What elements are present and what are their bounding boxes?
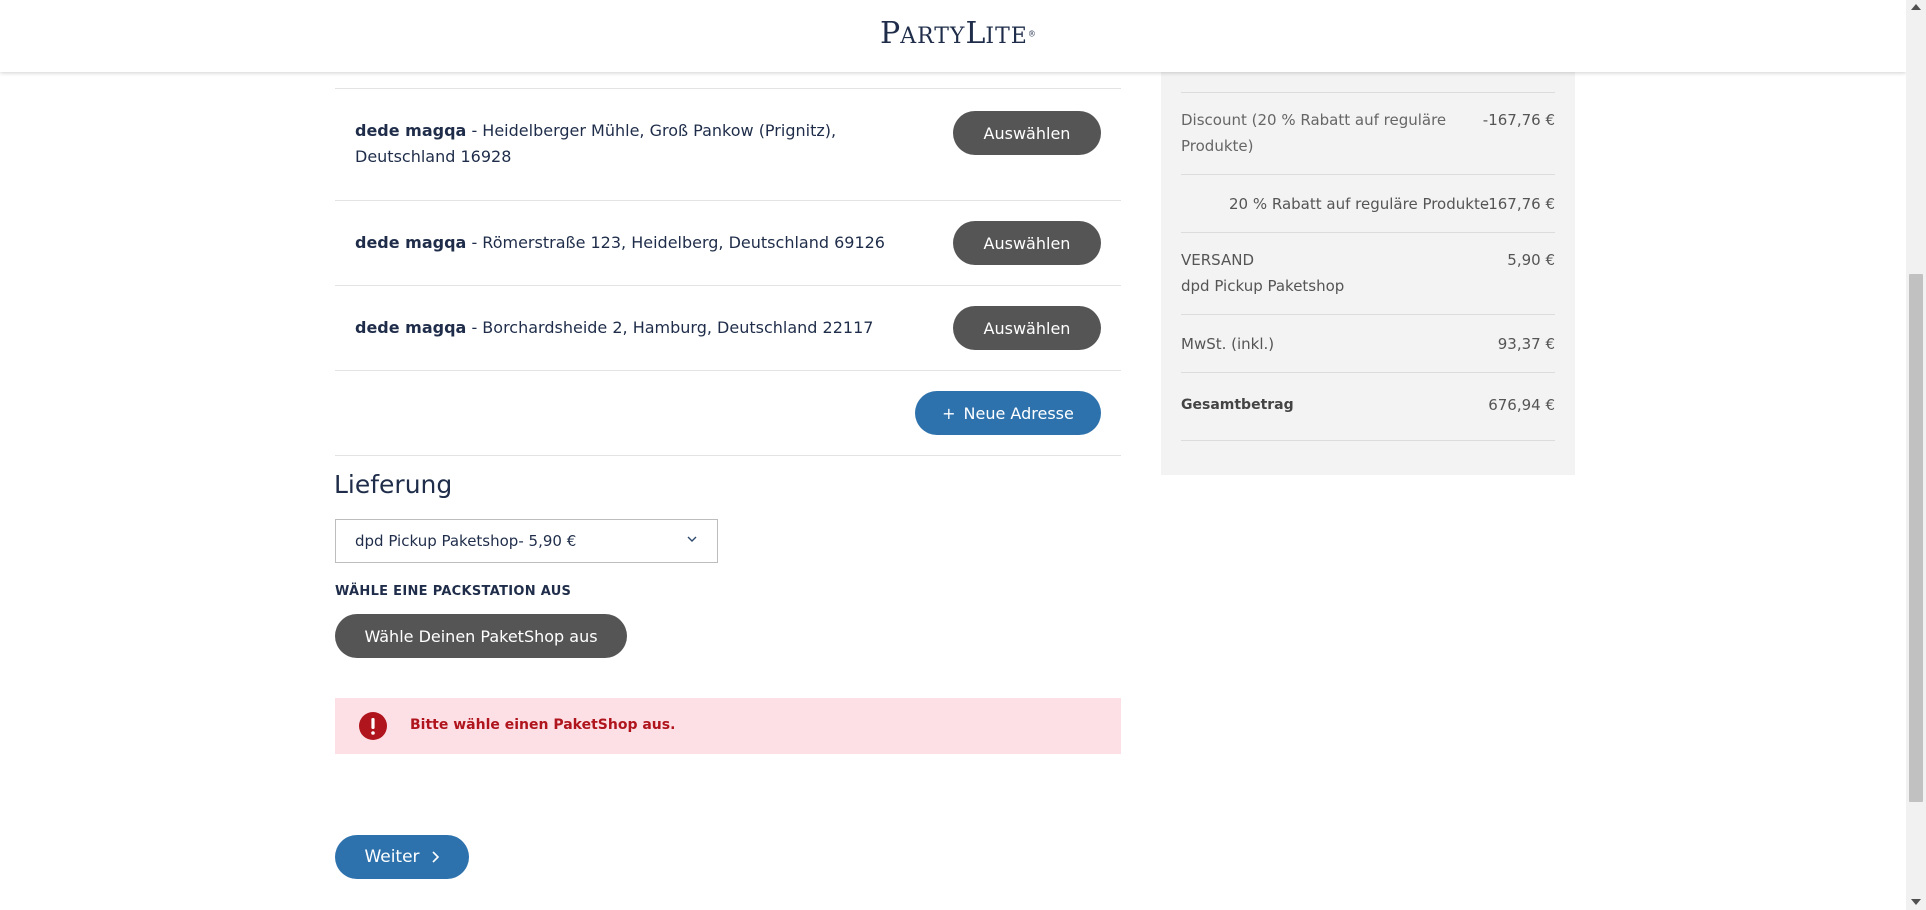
vertical-scrollbar[interactable] <box>1906 0 1926 910</box>
choose-paketshop-button[interactable]: Wähle Deinen PaketShop aus <box>335 614 627 658</box>
scrollbar-thumb[interactable] <box>1909 274 1923 802</box>
delivery-method-select[interactable]: dpd Pickup Paketshop - 5,90 € <box>335 519 718 563</box>
address-name: dede magqa <box>355 121 467 140</box>
address-name: dede magqa <box>355 233 467 252</box>
summary-discount-row: Discount (20 % Rabatt auf reguläre Produ… <box>1181 93 1555 175</box>
continue-button[interactable]: Weiter <box>335 835 469 879</box>
address-name: dede magqa <box>355 318 467 337</box>
error-alert: Bitte wähle einen PaketShop aus. <box>335 698 1121 754</box>
packstation-label: WÄHLE EINE PACKSTATION AUS <box>335 584 572 599</box>
shipping-label: VERSAND <box>1181 251 1254 269</box>
discount-value: -167,76 € <box>1482 111 1555 129</box>
address-detail: - Borchardsheide 2, Hamburg, Deutschland… <box>466 318 874 337</box>
address-row: dede magqa - Borchardsheide 2, Hamburg, … <box>335 286 1121 371</box>
shipping-value: 5,90 € <box>1507 251 1555 269</box>
discount-detail-value: -167,76 € <box>1482 195 1555 213</box>
total-label: Gesamtbetrag <box>1181 397 1294 413</box>
tax-label: MwSt. (inkl.) <box>1181 335 1275 353</box>
continue-label: Weiter <box>364 847 420 867</box>
address-list: dede magqa - Heidelberger Mühle, Groß Pa… <box>335 88 1121 456</box>
address-detail: - Römerstraße 123, Heidelberg, Deutschla… <box>466 233 885 252</box>
delivery-option-price: - 5,90 € <box>518 532 577 550</box>
address-row: dede magqa - Römerstraße 123, Heidelberg… <box>335 201 1121 286</box>
discount-detail-label: 20 % Rabatt auf reguläre Produkte <box>1229 195 1490 213</box>
delivery-title: Lieferung <box>334 470 453 499</box>
address-row: dede magqa - Heidelberger Mühle, Groß Pa… <box>335 89 1121 201</box>
chevron-right-icon <box>431 851 439 863</box>
summary-shipping-row: VERSAND dpd Pickup Paketshop 5,90 € <box>1181 233 1555 315</box>
scroll-down-arrow-icon[interactable] <box>1911 899 1921 905</box>
shipping-label-block: VERSAND dpd Pickup Paketshop <box>1181 247 1344 299</box>
exclamation-icon <box>359 712 387 740</box>
summary-total-row: Gesamtbetrag 676,94 € <box>1181 373 1555 441</box>
select-address-button[interactable]: Auswählen <box>953 111 1101 155</box>
shipping-method: dpd Pickup Paketshop <box>1181 277 1345 295</box>
alert-message: Bitte wähle einen PaketShop aus. <box>410 717 676 733</box>
plus-icon: + <box>942 403 956 423</box>
partylite-logo[interactable]: PARTYLITE® <box>880 14 1036 54</box>
total-value: 676,94 € <box>1488 396 1555 414</box>
page-content: dede magqa - Heidelberger Mühle, Groß Pa… <box>0 0 1906 910</box>
delivery-option-name: dpd Pickup Paketshop <box>355 532 519 550</box>
chevron-down-icon <box>687 536 697 542</box>
summary-tax-row: MwSt. (inkl.) 93,37 € <box>1181 315 1555 373</box>
order-summary: Discount (20 % Rabatt auf reguläre Produ… <box>1161 72 1575 475</box>
summary-discount-detail-row: 20 % Rabatt auf reguläre Produkte -167,7… <box>1181 175 1555 233</box>
address-text: dede magqa - Borchardsheide 2, Hamburg, … <box>355 315 915 341</box>
scroll-up-arrow-icon[interactable] <box>1911 4 1921 10</box>
select-address-button[interactable]: Auswählen <box>953 306 1101 350</box>
tax-value: 93,37 € <box>1497 335 1555 353</box>
address-text: dede magqa - Römerstraße 123, Heidelberg… <box>355 230 915 256</box>
new-address-label: Neue Adresse <box>963 403 1074 423</box>
discount-label: Discount (20 % Rabatt auf reguläre Produ… <box>1181 111 1447 155</box>
new-address-button[interactable]: + Neue Adresse <box>915 391 1101 435</box>
site-header: PARTYLITE® <box>0 0 1906 72</box>
select-address-button[interactable]: Auswählen <box>953 221 1101 265</box>
address-text: dede magqa - Heidelberger Mühle, Groß Pa… <box>355 118 915 170</box>
new-address-row: + Neue Adresse <box>335 371 1121 456</box>
